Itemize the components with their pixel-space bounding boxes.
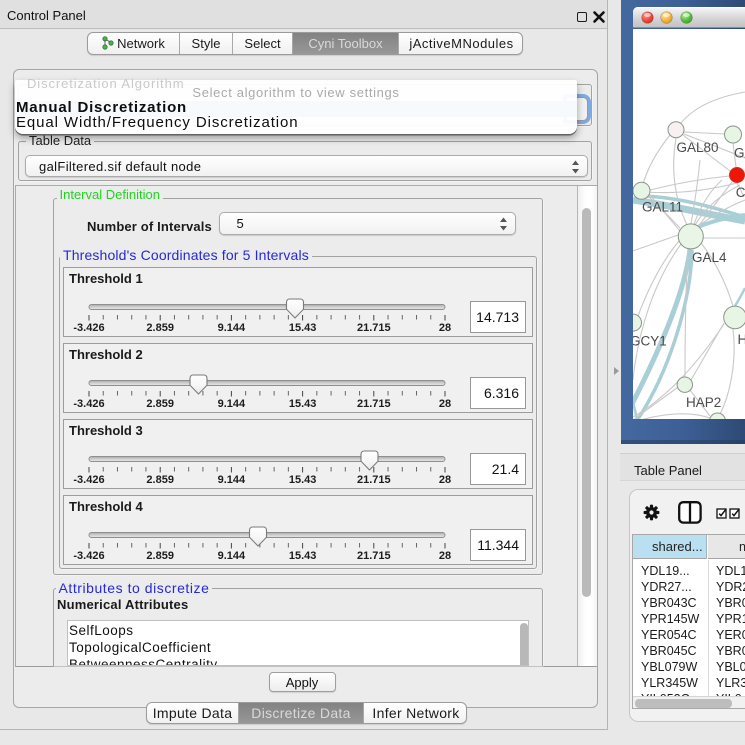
svg-text:15.43: 15.43 [289,322,317,334]
svg-text:28: 28 [439,322,451,334]
svg-text:15.43: 15.43 [289,398,317,410]
svg-text:28: 28 [439,550,451,562]
svg-text:C: C [736,185,745,200]
svg-text:-3.426: -3.426 [73,474,104,486]
svg-text:9.144: 9.144 [218,474,246,486]
svg-text:2.859: 2.859 [146,550,174,562]
svg-text:15.43: 15.43 [289,550,317,562]
svg-text:9.144: 9.144 [218,550,246,562]
svg-text:-3.426: -3.426 [73,550,104,562]
svg-text:21.715: 21.715 [357,550,391,562]
svg-text:15.43: 15.43 [289,474,317,486]
svg-text:H: H [738,332,745,347]
svg-text:21.715: 21.715 [357,398,391,410]
svg-text:28: 28 [439,474,451,486]
svg-text:-3.426: -3.426 [73,398,104,410]
svg-text:GAL4: GAL4 [692,250,727,265]
svg-text:-3.426: -3.426 [73,322,104,334]
svg-text:GAL80: GAL80 [677,140,719,155]
svg-text:GCY1: GCY1 [633,334,667,349]
svg-text:2.859: 2.859 [146,474,174,486]
svg-text:28: 28 [439,398,451,410]
svg-text:21.715: 21.715 [357,474,391,486]
svg-text:2.859: 2.859 [146,398,174,410]
svg-text:21.715: 21.715 [357,322,391,334]
svg-text:GA: GA [734,146,745,161]
svg-text:9.144: 9.144 [218,322,246,334]
svg-text:2.859: 2.859 [146,322,174,334]
svg-text:HAP2: HAP2 [686,395,721,410]
svg-text:GAL11: GAL11 [642,200,683,215]
svg-text:9.144: 9.144 [218,398,246,410]
